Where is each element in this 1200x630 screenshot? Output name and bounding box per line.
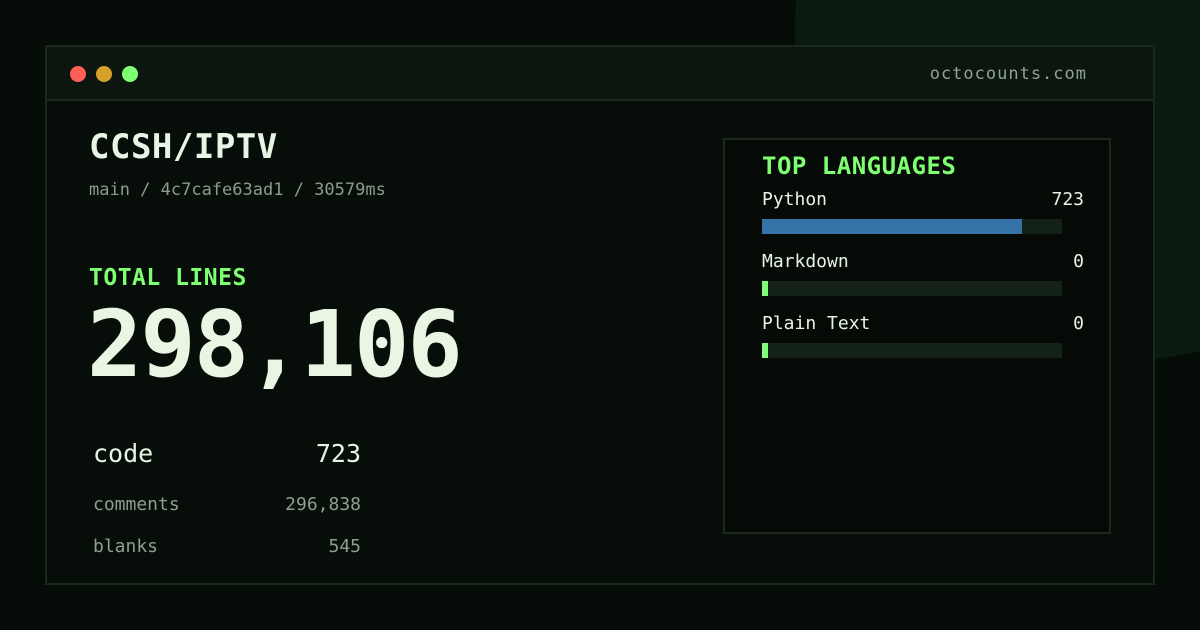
stat-row-blanks: blanks 545 — [93, 536, 361, 568]
language-count: 723 — [1051, 189, 1084, 210]
minimize-dot-icon[interactable] — [96, 66, 112, 82]
stat-value: 296,838 — [285, 494, 361, 515]
language-bar-fill — [762, 281, 768, 296]
total-lines-label: TOTAL LINES — [89, 265, 247, 291]
total-lines-value: 298,106 — [87, 291, 463, 398]
language-bar-fill — [762, 343, 768, 358]
stat-value: 723 — [315, 439, 361, 468]
maximize-dot-icon[interactable] — [122, 66, 138, 82]
language-name: Plain Text — [762, 313, 871, 334]
terminal-window: octocounts.com CCSH/IPTV main / 4c7cafe6… — [45, 45, 1155, 585]
stat-label: blanks — [93, 536, 159, 557]
window-titlebar: octocounts.com — [47, 47, 1153, 101]
stat-label: comments — [93, 494, 180, 515]
language-name: Python — [762, 189, 828, 210]
language-item: Markdown 0 — [762, 251, 1084, 307]
language-item: Plain Text 0 — [762, 313, 1084, 369]
close-dot-icon[interactable] — [70, 66, 86, 82]
language-bar-fill — [762, 219, 1022, 234]
site-domain: octocounts.com — [929, 64, 1087, 84]
stat-row-comments: comments 296,838 — [93, 494, 361, 526]
language-name: Markdown — [762, 251, 849, 272]
repo-name: CCSH/IPTV — [89, 127, 278, 167]
language-item: Python 723 — [762, 189, 1084, 245]
language-count: 0 — [1073, 251, 1084, 272]
panel-title: TOP LANGUAGES — [762, 152, 957, 180]
stat-label: code — [93, 439, 154, 468]
top-languages-panel: TOP LANGUAGES Python 723 Markdown 0 Plai… — [723, 138, 1111, 534]
language-bar-track — [762, 343, 1062, 358]
repo-meta: main / 4c7cafe63ad1 / 30579ms — [89, 180, 386, 200]
stat-value: 545 — [328, 536, 361, 557]
og-card: octocounts.com CCSH/IPTV main / 4c7cafe6… — [0, 0, 1200, 630]
stat-row-code: code 723 — [93, 439, 361, 471]
language-count: 0 — [1073, 313, 1084, 334]
language-bar-track — [762, 219, 1062, 234]
language-bar-track — [762, 281, 1062, 296]
